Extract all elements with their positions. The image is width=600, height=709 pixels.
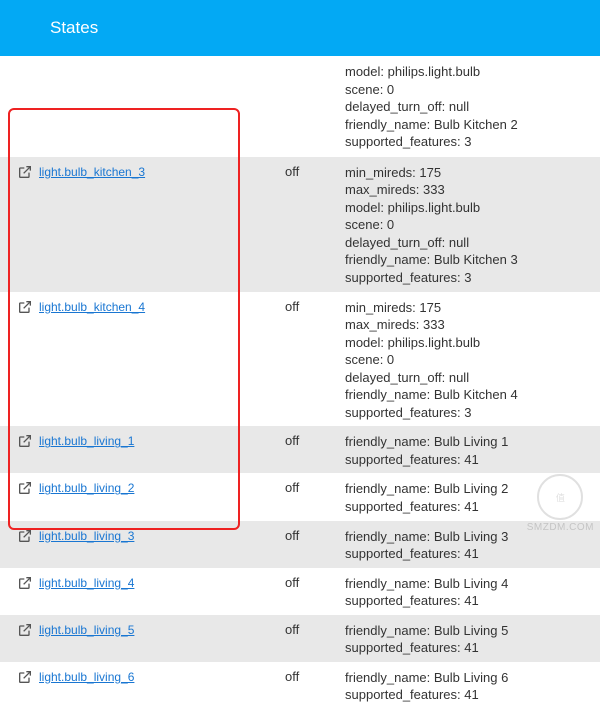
attribute-line: friendly_name: Bulb Living 2 (345, 480, 600, 498)
table-row: light.bulb_living_6 offfriendly_name: Bul… (0, 662, 600, 709)
open-external-icon[interactable] (0, 620, 35, 638)
entity-cell: light.bulb_kitchen_3 (35, 162, 285, 179)
attributes-cell: model: philips.light.bulbscene: 0delayed… (0, 61, 600, 151)
attribute-line: supported_features: 41 (345, 592, 600, 610)
entity-link[interactable]: light.bulb_living_2 (39, 481, 134, 495)
open-external-icon[interactable] (0, 431, 35, 449)
attribute-line: delayed_turn_off: null (345, 369, 600, 387)
attribute-line: friendly_name: Bulb Kitchen 4 (345, 386, 600, 404)
attribute-line: supported_features: 3 (345, 404, 600, 422)
page-header: States (0, 0, 600, 56)
attribute-line: supported_features: 3 (345, 133, 600, 151)
open-external-icon[interactable] (0, 573, 35, 591)
entity-link[interactable]: light.bulb_living_3 (39, 529, 134, 543)
attribute-line: friendly_name: Bulb Kitchen 2 (345, 116, 600, 134)
attribute-line: delayed_turn_off: null (345, 234, 600, 252)
attribute-line: min_mireds: 175 (345, 299, 600, 317)
attribute-line: min_mireds: 175 (345, 164, 600, 182)
table-row: light.bulb_living_5 offfriendly_name: Bul… (0, 615, 600, 662)
open-external-icon[interactable] (0, 162, 35, 180)
table-row: light.bulb_living_4 offfriendly_name: Bul… (0, 568, 600, 615)
open-external-icon[interactable] (0, 297, 35, 315)
table-row: light.bulb_living_3 offfriendly_name: Bul… (0, 521, 600, 568)
attribute-line: max_mireds: 333 (345, 181, 600, 199)
entity-link[interactable]: light.bulb_kitchen_4 (39, 300, 145, 314)
attributes-cell: friendly_name: Bulb Living 3supported_fe… (345, 526, 600, 563)
state-cell: off (285, 297, 345, 314)
attribute-line: friendly_name: Bulb Living 6 (345, 669, 600, 687)
attribute-line: friendly_name: Bulb Kitchen 3 (345, 251, 600, 269)
entity-cell: light.bulb_living_5 (35, 620, 285, 637)
attribute-line: scene: 0 (345, 351, 600, 369)
state-cell: off (285, 478, 345, 495)
attribute-line: supported_features: 41 (345, 639, 600, 657)
partial-row-top: model: philips.light.bulbscene: 0delayed… (0, 56, 600, 157)
open-external-icon[interactable] (0, 667, 35, 685)
table-row: light.bulb_living_1 offfriendly_name: Bul… (0, 426, 600, 473)
entity-link[interactable]: light.bulb_living_5 (39, 623, 134, 637)
table-row: light.bulb_kitchen_4 offmin_mireds: 175ma… (0, 292, 600, 427)
attributes-cell: friendly_name: Bulb Living 4supported_fe… (345, 573, 600, 610)
open-external-icon[interactable] (0, 478, 35, 496)
entity-link[interactable]: light.bulb_living_1 (39, 434, 134, 448)
attribute-line: friendly_name: Bulb Living 4 (345, 575, 600, 593)
attribute-line: friendly_name: Bulb Living 3 (345, 528, 600, 546)
state-cell: off (285, 431, 345, 448)
attribute-line: supported_features: 41 (345, 451, 600, 469)
attributes-cell: friendly_name: Bulb Living 1supported_fe… (345, 431, 600, 468)
attribute-line: model: philips.light.bulb (345, 63, 600, 81)
state-cell: off (285, 620, 345, 637)
attribute-line: scene: 0 (345, 216, 600, 234)
attribute-line: supported_features: 41 (345, 545, 600, 563)
state-cell: off (285, 162, 345, 179)
attribute-line: supported_features: 41 (345, 498, 600, 516)
attributes-cell: min_mireds: 175max_mireds: 333model: phi… (345, 162, 600, 287)
attribute-line: model: philips.light.bulb (345, 199, 600, 217)
table-row: light.bulb_kitchen_3 offmin_mireds: 175ma… (0, 157, 600, 292)
attribute-line: model: philips.light.bulb (345, 334, 600, 352)
attributes-cell: friendly_name: Bulb Living 5supported_fe… (345, 620, 600, 657)
page-title: States (50, 18, 98, 37)
entity-cell: light.bulb_living_3 (35, 526, 285, 543)
attribute-line: supported_features: 3 (345, 269, 600, 287)
attribute-line: supported_features: 41 (345, 686, 600, 704)
entity-cell: light.bulb_living_2 (35, 478, 285, 495)
attributes-cell: min_mireds: 175max_mireds: 333model: phi… (345, 297, 600, 422)
entity-cell: light.bulb_living_4 (35, 573, 285, 590)
attribute-line: max_mireds: 333 (345, 316, 600, 334)
entity-link[interactable]: light.bulb_living_4 (39, 576, 134, 590)
state-cell: off (285, 573, 345, 590)
attributes-cell: friendly_name: Bulb Living 6supported_fe… (345, 667, 600, 704)
entity-cell: light.bulb_living_1 (35, 431, 285, 448)
entity-cell: light.bulb_kitchen_4 (35, 297, 285, 314)
entity-link[interactable]: light.bulb_living_6 (39, 670, 134, 684)
entity-cell: light.bulb_living_6 (35, 667, 285, 684)
attribute-line: scene: 0 (345, 81, 600, 99)
attribute-line: friendly_name: Bulb Living 5 (345, 622, 600, 640)
state-cell: off (285, 526, 345, 543)
table-row: light.bulb_living_2 offfriendly_name: Bul… (0, 473, 600, 520)
states-table: model: philips.light.bulbscene: 0delayed… (0, 56, 600, 709)
attribute-line: friendly_name: Bulb Living 1 (345, 433, 600, 451)
attribute-line: delayed_turn_off: null (345, 98, 600, 116)
attributes-cell: friendly_name: Bulb Living 2supported_fe… (345, 478, 600, 515)
entity-link[interactable]: light.bulb_kitchen_3 (39, 165, 145, 179)
open-external-icon[interactable] (0, 526, 35, 544)
state-cell: off (285, 667, 345, 684)
